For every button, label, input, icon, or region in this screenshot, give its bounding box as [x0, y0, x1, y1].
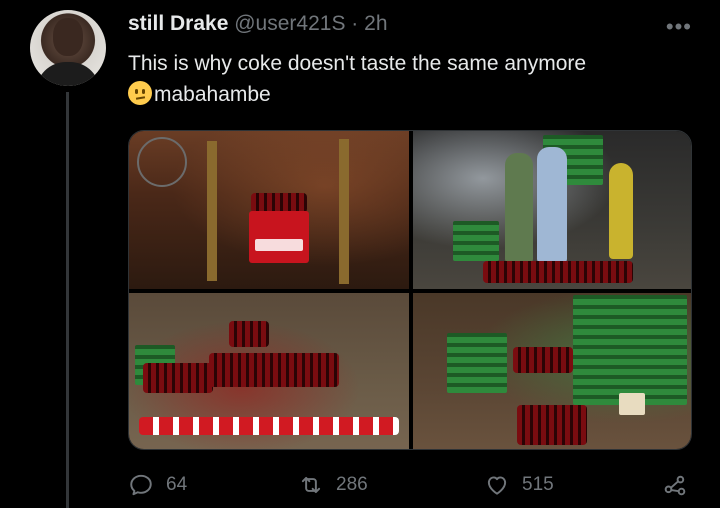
author-handle[interactable]: @user421S	[234, 12, 345, 35]
person	[537, 147, 567, 263]
retweet-count: 286	[336, 474, 368, 495]
red-crate	[249, 211, 309, 263]
bottle-row	[483, 261, 633, 283]
more-options-icon[interactable]: •••	[666, 14, 692, 40]
separator-dot: ·	[351, 12, 359, 35]
share-icon	[664, 475, 686, 496]
bottle-row	[229, 321, 269, 347]
bottle-row	[513, 347, 573, 373]
like-button[interactable]: 515	[484, 472, 554, 498]
bottle-row	[517, 405, 587, 445]
machine-rod	[339, 139, 349, 284]
media-grid	[128, 130, 692, 450]
fan-shape	[137, 137, 187, 187]
bottle-stack	[447, 333, 507, 393]
person	[505, 153, 533, 263]
avatar-shirt	[36, 62, 100, 86]
share-button[interactable]	[662, 472, 700, 498]
heart-icon	[487, 476, 507, 495]
tweet-time[interactable]: 2h	[364, 12, 387, 35]
reply-button[interactable]: 64	[128, 472, 187, 498]
avatar-face	[53, 18, 83, 56]
person	[609, 163, 633, 259]
like-count: 515	[522, 474, 554, 495]
bottle-stack	[573, 295, 687, 405]
tweet: still Drake @user421S · 2h ••• This is w…	[0, 0, 720, 508]
box	[619, 393, 645, 415]
retweet-icon	[301, 476, 321, 494]
crate-label	[255, 239, 303, 251]
tweet-text-line-2: mabahambe	[128, 79, 688, 110]
avatar[interactable]	[30, 10, 106, 86]
tweet-header: still Drake @user421S · 2h	[128, 12, 388, 36]
tweet-text-hashword: mabahambe	[154, 83, 271, 106]
label-pile	[139, 417, 399, 435]
photo-3[interactable]	[129, 293, 409, 449]
tweet-text: This is why coke doesn't taste the same …	[128, 48, 688, 110]
tweet-actions: 64 286 515	[128, 472, 692, 502]
photo-2[interactable]	[413, 131, 691, 289]
bottle-row	[143, 363, 213, 393]
reply-count: 64	[166, 474, 188, 495]
machine-rod	[207, 141, 217, 281]
bottle-stack	[453, 221, 499, 261]
author-name[interactable]: still Drake	[128, 12, 228, 35]
retweet-button[interactable]: 286	[298, 472, 368, 498]
reply-icon	[130, 474, 152, 496]
bottle-row	[209, 353, 339, 387]
bottle-row	[251, 193, 307, 213]
thread-line	[66, 92, 69, 508]
tweet-text-line-1: This is why coke doesn't taste the same …	[128, 52, 587, 75]
photo-1[interactable]	[129, 131, 409, 289]
photo-4[interactable]	[413, 293, 691, 449]
confused-face-icon	[128, 81, 152, 105]
